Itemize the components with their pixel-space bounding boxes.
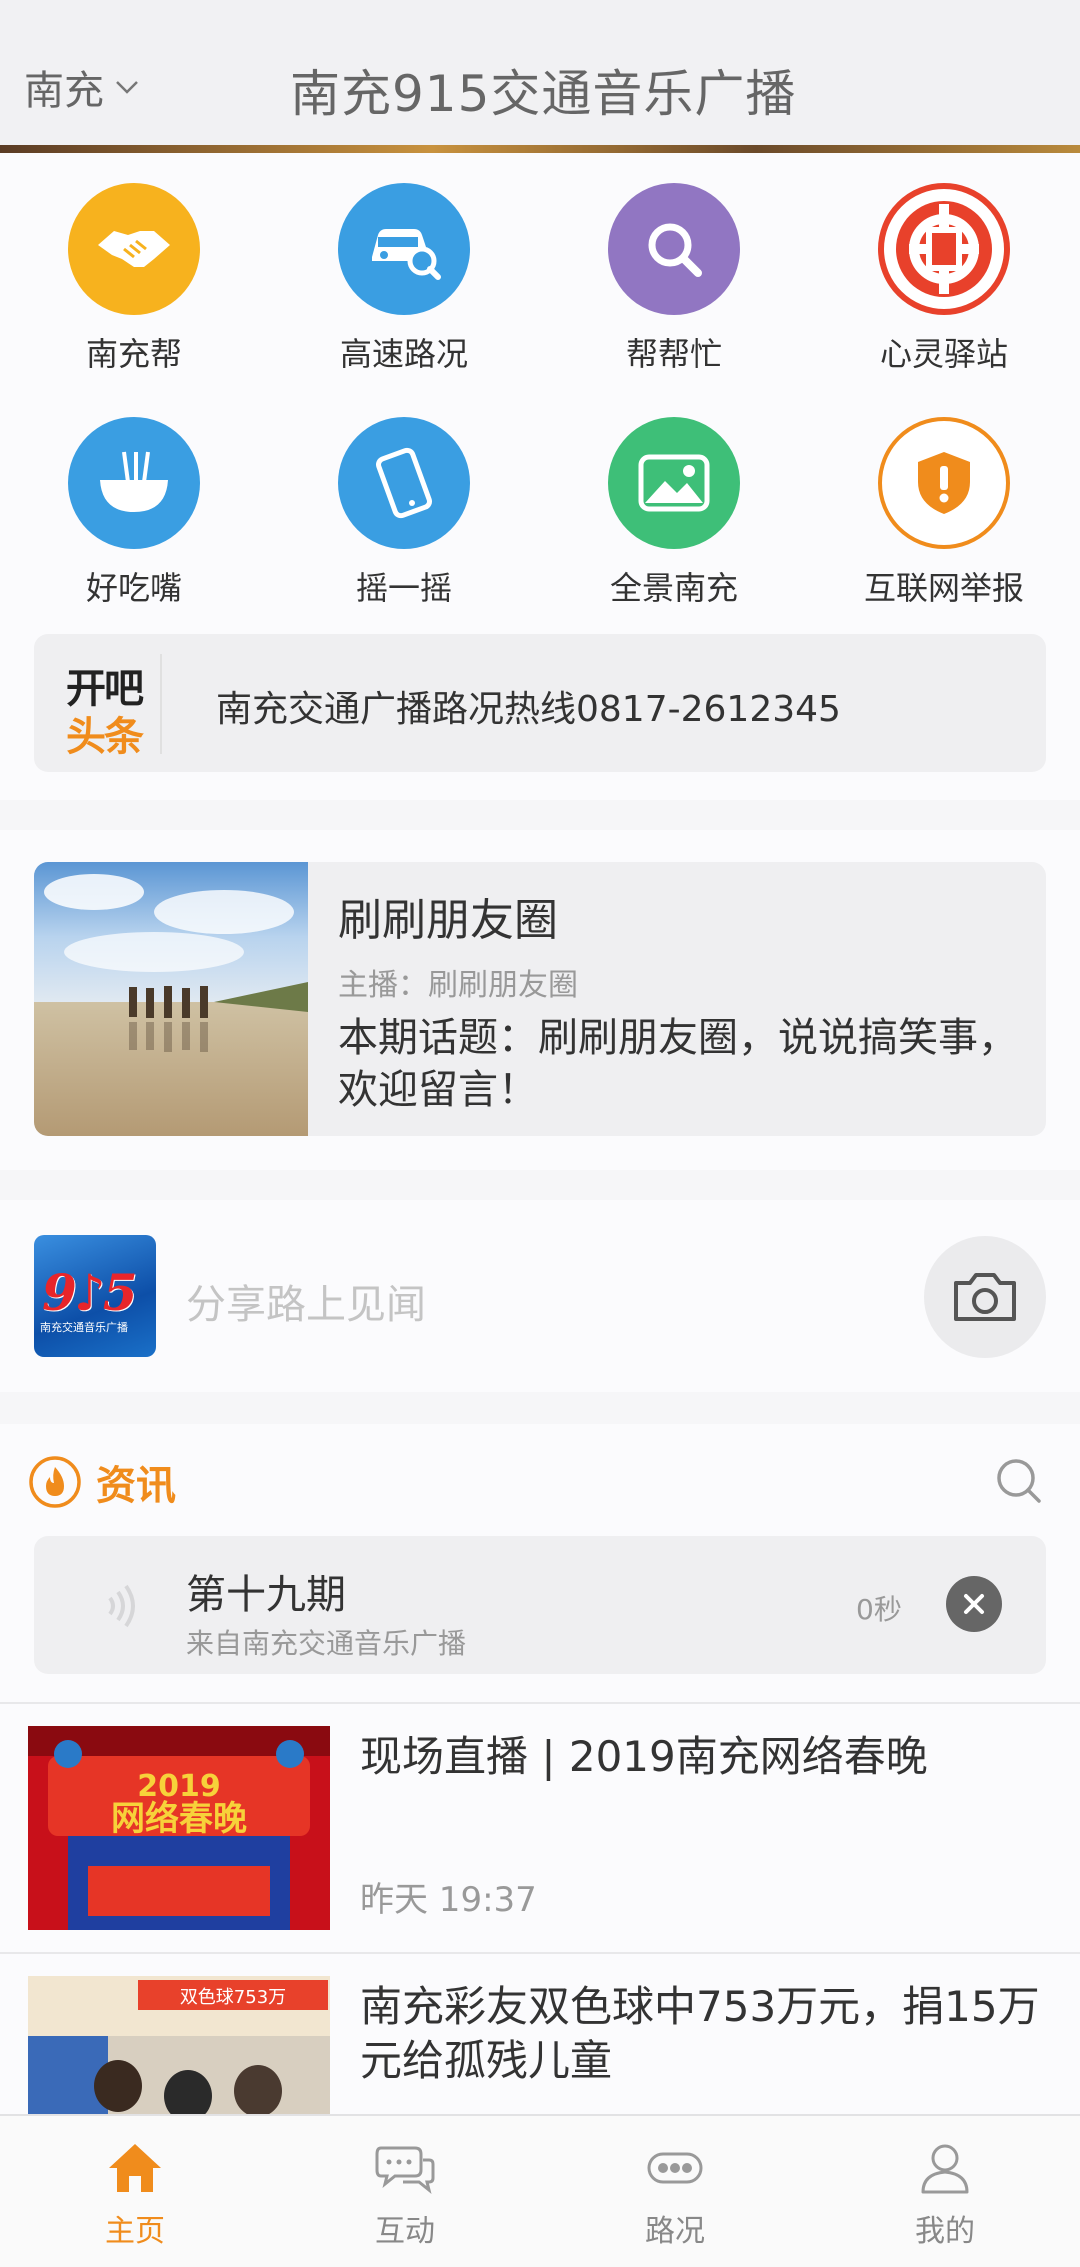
nav-label: 我的 <box>915 2214 975 2249</box>
audio-wave-icon <box>108 1584 135 1628</box>
noodle-bowl-icon <box>68 417 200 549</box>
grid-item-nanchongbang[interactable]: 南充帮 <box>24 183 244 375</box>
grid-label: 心灵驿站 <box>879 335 1008 373</box>
share-section: 9♪5 南充交通音乐广播 分享路上见闻 <box>0 1200 1080 1392</box>
audio-duration: 0秒 <box>856 1593 902 1626</box>
grid-item-highway[interactable]: 高速路况 <box>294 183 514 375</box>
grid-item-help[interactable]: 帮帮忙 <box>564 183 784 375</box>
phone-shake-icon <box>338 417 470 549</box>
grid-item-panorama[interactable]: 全景南充 <box>564 417 784 609</box>
nav-traffic[interactable]: 路况 <box>540 2116 810 2267</box>
svg-text:双色球753万: 双色球753万 <box>180 1987 286 2008</box>
nav-interact[interactable]: 互动 <box>270 2116 540 2267</box>
nav-profile[interactable]: 我的 <box>810 2116 1080 2267</box>
news-title: 南充彩友双色球中753万元，捐15万元给孤残儿童 <box>360 1982 1040 2085</box>
chat-bubbles-icon <box>375 2146 435 2194</box>
program-name: 刷刷朋友圈 <box>338 895 558 946</box>
header-banner-strip <box>0 145 1080 153</box>
program-thumbnail <box>34 862 308 1136</box>
nav-label: 路况 <box>645 2214 705 2249</box>
news-item[interactable]: 双色球753万 南充彩友双色球中753万元，捐15万元给孤残儿童 <box>0 1952 1080 2180</box>
headline-text: 南充交通广播路况热线0817-2612345 <box>216 689 841 730</box>
kaiba-headline-logo: 开吧 头条 <box>62 654 162 760</box>
grid-label: 帮帮忙 <box>625 335 722 373</box>
camera-button[interactable] <box>924 1236 1046 1358</box>
audio-source: 来自南充交通音乐广播 <box>186 1627 467 1660</box>
news-item[interactable]: 2019 网络春晚 现场直播 | 2019南充网络春晚 昨天 19:37 <box>0 1702 1080 1952</box>
page-title: 南充915交通音乐广播 <box>290 65 797 123</box>
grid-item-food[interactable]: 好吃嘴 <box>24 417 244 609</box>
bottom-nav: 主页 互动 路况 我的 <box>0 2114 1080 2267</box>
city-selector[interactable]: 南充 <box>24 58 140 116</box>
nav-label: 主页 <box>105 2214 165 2249</box>
logo-line-2: 头条 <box>66 714 144 760</box>
car-search-icon <box>338 183 470 315</box>
chevron-down-icon <box>116 81 138 94</box>
feature-grid: 南充帮 高速路况 帮帮忙 心灵驿站 好吃嘴 摇一摇 全景南充 互联网举报 开吧 … <box>0 153 1080 800</box>
news-title: 现场直播 | 2019南充网络春晚 <box>360 1732 928 1781</box>
close-audio-button[interactable] <box>946 1576 1002 1632</box>
audio-player[interactable]: 第十九期 来自南充交通音乐广播 0秒 <box>34 1536 1046 1674</box>
station-logo-number: 9♪5 <box>42 1263 137 1322</box>
station-logo: 9♪5 南充交通音乐广播 <box>34 1235 156 1357</box>
search-icon <box>608 183 740 315</box>
union-logo-icon <box>878 183 1010 315</box>
program-section: 刷刷朋友圈 主播：刷刷朋友圈 本期话题：刷刷朋友圈，说说搞笑事，欢迎留言！ <box>0 830 1080 1170</box>
close-icon <box>964 1594 984 1614</box>
camera-icon <box>954 1273 1016 1321</box>
landscape-icon <box>608 417 740 549</box>
handshake-icon <box>68 183 200 315</box>
grid-label: 互联网举报 <box>863 569 1024 607</box>
program-host: 主播：刷刷朋友圈 <box>338 968 578 1003</box>
grid-label: 全景南充 <box>609 569 738 607</box>
city-label: 南充 <box>24 68 104 114</box>
grid-label: 南充帮 <box>85 335 182 373</box>
user-icon <box>921 2144 969 2194</box>
grid-label: 好吃嘴 <box>85 569 182 607</box>
program-topic: 本期话题：刷刷朋友圈，说说搞笑事，欢迎留言！ <box>338 1015 1018 1113</box>
headline-bar[interactable]: 开吧 头条 南充交通广播路况热线0817-2612345 <box>34 634 1046 772</box>
grid-label: 摇一摇 <box>355 569 452 607</box>
station-logo-subtitle: 南充交通音乐广播 <box>40 1321 128 1334</box>
news-time: 昨天 19:37 <box>360 1880 537 1920</box>
app-screen: 南充 南充915交通音乐广播 南充帮 高速路况 帮帮忙 心灵驿站 好吃嘴 摇一摇… <box>0 0 1080 2267</box>
grid-label: 高速路况 <box>339 335 468 373</box>
nav-home[interactable]: 主页 <box>0 2116 270 2267</box>
nav-label: 互动 <box>375 2214 435 2249</box>
traffic-icon <box>647 2152 703 2184</box>
news-section-title: 资讯 <box>96 1463 176 1509</box>
program-card[interactable]: 刷刷朋友圈 主播：刷刷朋友圈 本期话题：刷刷朋友圈，说说搞笑事，欢迎留言！ <box>34 862 1046 1136</box>
grid-item-shake[interactable]: 摇一摇 <box>294 417 514 609</box>
grid-item-report[interactable]: 互联网举报 <box>834 417 1054 609</box>
top-header: 南充 南充915交通音乐广播 <box>0 0 1080 148</box>
news-section: 资讯 第十九期 来自南充交通音乐广播 0秒 2019 网络春晚 现场直播 | 2… <box>0 1424 1080 2180</box>
share-input[interactable]: 分享路上见闻 <box>186 1272 426 1330</box>
shield-alert-icon <box>878 417 1010 549</box>
news-header: 资讯 <box>28 1452 176 1512</box>
audio-title: 第十九期 <box>186 1572 346 1618</box>
news-thumbnail: 2019 网络春晚 <box>28 1726 330 1930</box>
svg-text:网络春晚: 网络春晚 <box>111 1799 247 1839</box>
home-icon <box>109 2144 161 2192</box>
search-icon[interactable] <box>994 1456 1044 1506</box>
fire-icon <box>29 1456 81 1508</box>
grid-item-heart-station[interactable]: 心灵驿站 <box>834 183 1054 375</box>
